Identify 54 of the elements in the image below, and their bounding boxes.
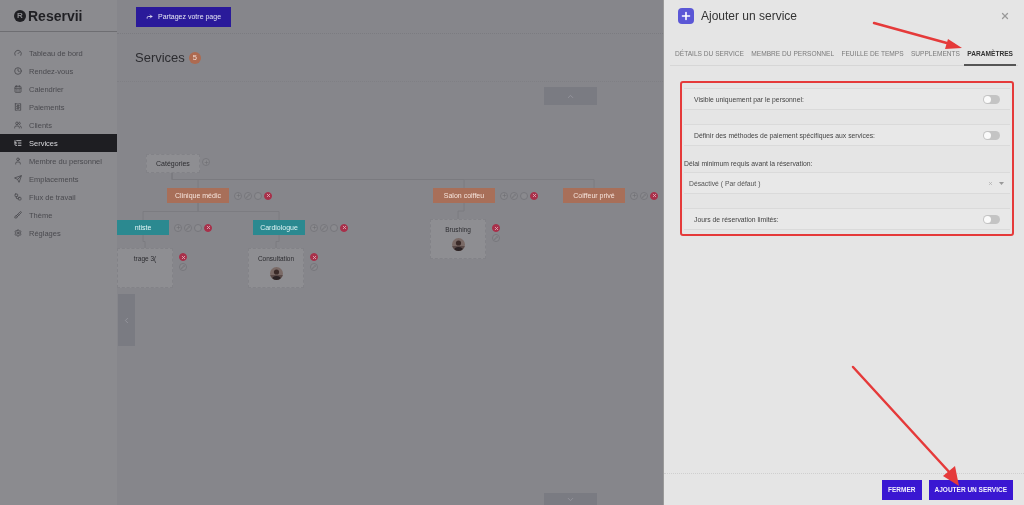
calendar-icon xyxy=(14,85,22,93)
add-button[interactable] xyxy=(310,223,318,232)
send-icon xyxy=(14,175,22,183)
workflow-icon xyxy=(14,193,22,201)
delete-button[interactable] xyxy=(179,253,187,261)
close-icon xyxy=(531,193,537,198)
delete-button[interactable] xyxy=(650,191,658,200)
user-icon xyxy=(14,157,22,165)
logo: Reservii xyxy=(28,7,83,24)
close-icon xyxy=(265,193,271,198)
clock-icon xyxy=(14,67,22,75)
plus-icon xyxy=(311,225,317,230)
toggle-switch[interactable] xyxy=(983,130,1000,140)
brush-icon xyxy=(14,211,22,219)
settings-icon xyxy=(14,229,22,237)
forward-icon xyxy=(146,13,153,20)
logo-mark: R xyxy=(14,9,26,22)
plus-icon xyxy=(175,225,181,230)
close-icon xyxy=(341,225,347,230)
connector-line xyxy=(457,202,465,220)
add-button[interactable] xyxy=(630,191,638,200)
connector-line xyxy=(275,234,280,249)
close-icon xyxy=(651,193,657,198)
add-button[interactable] xyxy=(500,191,508,200)
page-title: Services xyxy=(135,50,185,65)
list-icon xyxy=(14,139,22,147)
delete-button[interactable] xyxy=(204,223,212,232)
close-icon xyxy=(180,254,186,260)
gauge-icon xyxy=(14,49,22,57)
delete-button[interactable] xyxy=(264,191,272,200)
delete-button[interactable] xyxy=(310,253,318,261)
close-icon xyxy=(205,225,211,230)
close-icon xyxy=(1000,11,1010,21)
drawer-title: Ajouter un service xyxy=(701,9,799,23)
close-button[interactable] xyxy=(1000,11,1010,21)
plus-icon xyxy=(235,193,241,198)
close-icon xyxy=(493,225,499,231)
add-button[interactable] xyxy=(234,191,242,200)
toggle-switch[interactable] xyxy=(983,94,1000,104)
toggle-switch[interactable] xyxy=(983,214,1000,224)
plus-icon xyxy=(203,159,209,165)
delete-button[interactable] xyxy=(340,223,348,232)
delete-button[interactable] xyxy=(530,191,538,200)
delete-button[interactable] xyxy=(492,224,500,232)
clear-icon xyxy=(988,180,993,186)
receipt-icon xyxy=(14,103,22,111)
plus-icon xyxy=(631,193,637,198)
add-button[interactable] xyxy=(202,158,210,166)
plus-icon xyxy=(678,8,694,24)
close-icon xyxy=(311,254,317,260)
plus-icon xyxy=(501,193,507,198)
caret-icon xyxy=(999,181,1004,185)
users-icon xyxy=(14,121,22,129)
add-button[interactable] xyxy=(174,223,182,232)
